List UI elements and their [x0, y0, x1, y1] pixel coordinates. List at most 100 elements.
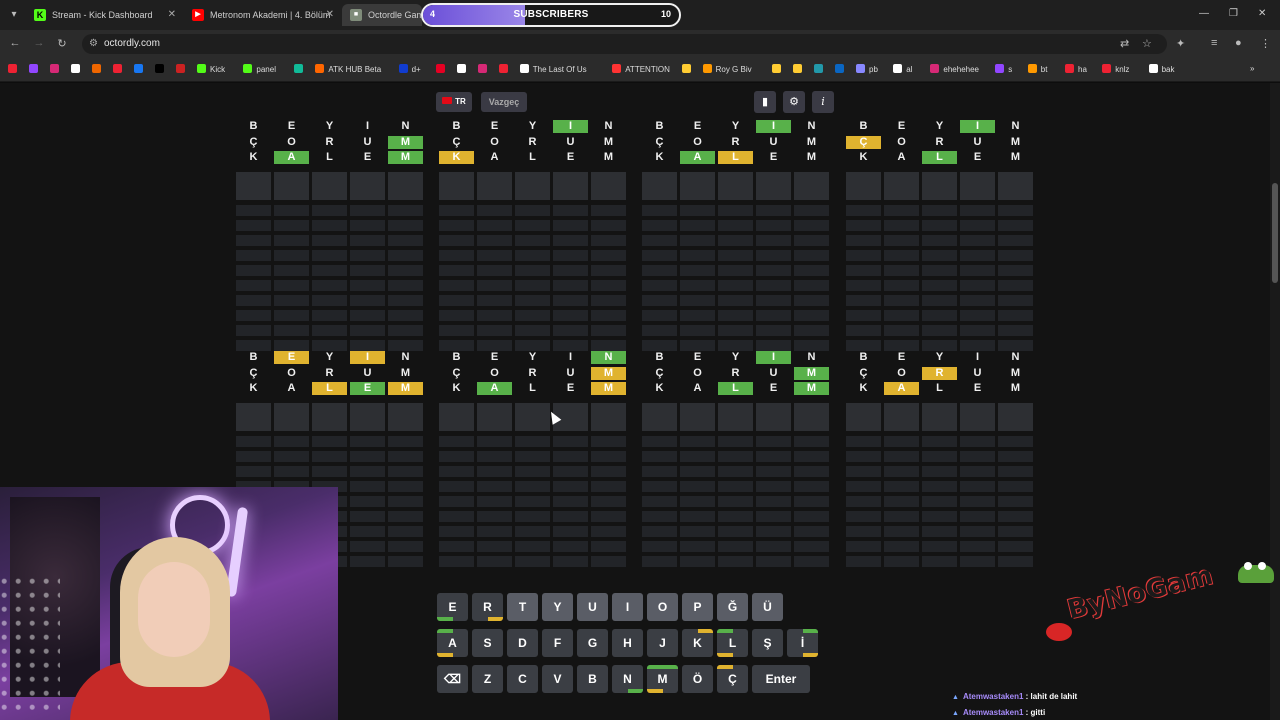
bookmark-item[interactable]	[456, 64, 470, 74]
bookmark-item[interactable]: panel	[243, 64, 276, 74]
bookmark-item[interactable]	[134, 64, 147, 74]
letter-tile: A	[884, 382, 919, 395]
key-d[interactable]: D	[507, 629, 538, 657]
bookmark-item[interactable]: pb	[856, 64, 878, 74]
bookmark-item[interactable]: ATTENTION	[612, 64, 670, 74]
info-icon[interactable]: i	[812, 91, 834, 113]
bookmark-item[interactable]	[8, 64, 21, 74]
media-icon[interactable]: ≡	[1211, 37, 1217, 49]
key-h[interactable]: H	[612, 629, 643, 657]
bookmark-item[interactable]: al	[893, 64, 912, 74]
empty-tile	[477, 280, 512, 291]
key-z[interactable]: Z	[472, 665, 503, 693]
bookmark-item[interactable]	[50, 64, 63, 74]
close-tab-icon[interactable]: ✕	[326, 4, 334, 26]
key-ğ[interactable]: Ğ	[717, 593, 748, 621]
bookmark-item[interactable]: bt	[1027, 64, 1047, 74]
bookmark-item[interactable]	[814, 64, 827, 74]
key-board-status-marker	[437, 653, 453, 657]
bookmark-item[interactable]	[498, 64, 512, 74]
key-m[interactable]: M	[647, 665, 678, 693]
key-ü[interactable]: Ü	[752, 593, 783, 621]
forward-icon[interactable]: →	[32, 37, 46, 49]
key-ç[interactable]: Ç	[717, 665, 748, 693]
backspace-key[interactable]: ⌫	[437, 665, 468, 693]
reload-icon[interactable]: ↻	[55, 37, 69, 50]
bookmark-item[interactable]	[155, 64, 168, 74]
empty-tile	[236, 436, 271, 447]
site-info-icon[interactable]: ⚙	[89, 38, 98, 49]
page-scrollbar[interactable]	[1270, 83, 1280, 720]
key-o[interactable]: O	[647, 593, 678, 621]
key-ş[interactable]: Ş	[752, 629, 783, 657]
back-icon[interactable]: ←	[8, 37, 22, 49]
close-window-icon[interactable]: ✕	[1258, 8, 1266, 19]
profile-avatar-icon[interactable]: ●	[1235, 37, 1242, 49]
minimize-icon[interactable]: —	[1199, 8, 1209, 19]
webcam-overlay	[0, 487, 338, 720]
bookmark-item[interactable]: Kick	[197, 64, 225, 74]
bookmark-item[interactable]: ATK HUB Beta	[315, 64, 381, 74]
key-l[interactable]: L	[717, 629, 748, 657]
language-button[interactable]: TR	[436, 92, 472, 112]
key-r[interactable]: R	[472, 593, 503, 621]
tab-octordle[interactable]: ■ Octordle Game	[342, 4, 422, 26]
key-t[interactable]: T	[507, 593, 538, 621]
restore-icon[interactable]: ❐	[1229, 8, 1238, 19]
bookmark-item[interactable]	[793, 64, 806, 74]
key-v[interactable]: V	[542, 665, 573, 693]
bookmark-item[interactable]: The Last Of Us	[519, 64, 587, 74]
translate-icon[interactable]: ⇄	[1120, 37, 1129, 50]
bookmark-item[interactable]: Roy G Biv	[702, 64, 752, 74]
key-p[interactable]: P	[682, 593, 713, 621]
key-f[interactable]: F	[542, 629, 573, 657]
bookmark-item[interactable]	[92, 64, 105, 74]
give-up-button[interactable]: Vazgeç	[481, 92, 527, 112]
stats-icon[interactable]: ▮	[754, 91, 776, 113]
key-n[interactable]: N	[612, 665, 643, 693]
enter-key[interactable]: Enter	[752, 665, 810, 693]
bookmark-item[interactable]	[71, 64, 84, 74]
bookmark-item[interactable]	[477, 64, 491, 74]
tab-kick-dashboard[interactable]: K Stream - Kick Dashboard ✕	[26, 4, 182, 26]
key-ö[interactable]: Ö	[682, 665, 713, 693]
key-g[interactable]: G	[577, 629, 608, 657]
extensions-icon[interactable]: ✦	[1176, 37, 1185, 50]
tab-metronom[interactable]: ▶ Metronom Akademi | 4. Bölüm ✕	[184, 4, 340, 26]
key-y[interactable]: Y	[542, 593, 573, 621]
bookmark-item[interactable]: ha	[1065, 64, 1087, 74]
close-tab-icon[interactable]: ✕	[168, 4, 176, 26]
bookmark-item[interactable]	[435, 64, 449, 74]
bookmark-item[interactable]: ehehehee	[930, 64, 979, 74]
bookmark-item[interactable]	[681, 64, 695, 74]
settings-icon[interactable]: ⚙	[783, 91, 805, 113]
key-i[interactable]: I	[612, 593, 643, 621]
bookmark-item[interactable]: s	[995, 64, 1012, 74]
key-k[interactable]: K	[682, 629, 713, 657]
key-c[interactable]: C	[507, 665, 538, 693]
menu-icon[interactable]: ⋮	[1260, 37, 1271, 50]
key-u[interactable]: U	[577, 593, 608, 621]
bookmark-item[interactable]	[29, 64, 42, 74]
bookmark-item[interactable]	[176, 64, 189, 74]
empty-tile	[515, 403, 550, 431]
key-j[interactable]: J	[647, 629, 678, 657]
bookmark-item[interactable]	[772, 64, 785, 74]
url-text[interactable]: octordly.com	[104, 38, 160, 49]
address-bar[interactable]: ⚙ octordly.com	[82, 34, 1167, 54]
bookmark-item[interactable]	[835, 64, 848, 74]
key-a[interactable]: A	[437, 629, 468, 657]
key-i̇[interactable]: İ	[787, 629, 818, 657]
bookmark-item[interactable]	[294, 64, 307, 74]
key-e[interactable]: E	[437, 593, 468, 621]
tab-search-icon[interactable]: ▾	[6, 7, 22, 23]
scrollbar-thumb[interactable]	[1272, 183, 1278, 283]
bookmark-item[interactable]: d+	[398, 64, 421, 74]
bookmark-item[interactable]: bak	[1148, 64, 1175, 74]
more-bookmarks-icon[interactable]: »	[1250, 64, 1254, 73]
key-s[interactable]: S	[472, 629, 503, 657]
key-b[interactable]: B	[577, 665, 608, 693]
bookmark-star-icon[interactable]: ☆	[1142, 37, 1152, 50]
bookmark-item[interactable]: knlz	[1102, 64, 1129, 74]
bookmark-item[interactable]	[113, 64, 126, 74]
